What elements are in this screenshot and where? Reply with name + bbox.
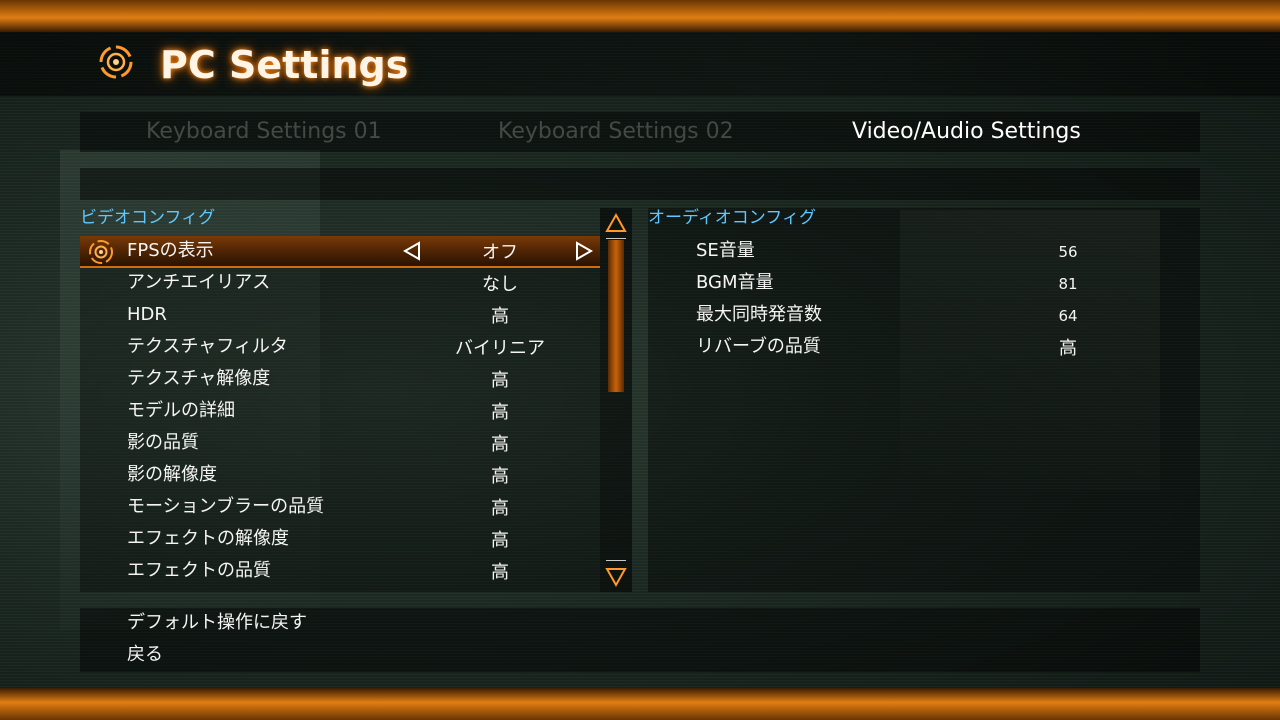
setting-row-motion-blur-quality[interactable]: モーションブラーの品質 高 — [80, 492, 600, 524]
setting-value: オフ — [482, 242, 518, 263]
reset-defaults-button[interactable]: デフォルト操作に戻す — [127, 608, 307, 638]
setting-value: なし — [482, 274, 518, 295]
setting-label: 影の解像度 — [127, 464, 217, 485]
target-ring-icon — [99, 45, 133, 79]
triangle-up-icon[interactable] — [605, 212, 627, 234]
setting-row-shadow-resolution[interactable]: 影の解像度 高 — [80, 460, 600, 492]
setting-label: 最大同時発音数 — [696, 304, 822, 325]
setting-label: テクスチャフィルタ — [127, 336, 288, 357]
triangle-left-icon[interactable] — [402, 240, 422, 262]
setting-row-max-voices[interactable]: 最大同時発音数 64 — [648, 300, 1200, 332]
setting-label: FPSの表示 — [127, 240, 214, 261]
scroll-thumb[interactable] — [608, 240, 624, 392]
setting-value: 高 — [1059, 338, 1077, 359]
setting-value: 高 — [491, 434, 509, 455]
audio-config-heading: オーディオコンフィグ — [648, 208, 816, 228]
setting-value: 高 — [491, 370, 509, 391]
setting-row-hdr[interactable]: HDR 高 — [80, 300, 600, 332]
setting-label: HDR — [127, 304, 167, 325]
setting-value: 高 — [491, 562, 509, 583]
triangle-down-icon[interactable] — [605, 566, 627, 588]
setting-label: SE音量 — [696, 240, 755, 261]
setting-row-effect-quality[interactable]: エフェクトの品質 高 — [80, 556, 600, 588]
video-config-heading: ビデオコンフィグ — [80, 208, 216, 228]
setting-value: バイリニア — [455, 338, 545, 359]
setting-label: アンチエイリアス — [127, 272, 271, 293]
bottom-frame-bar — [0, 688, 1280, 720]
setting-row-se-volume[interactable]: SE音量 56 — [648, 236, 1200, 268]
tab-keyboard-settings-01[interactable]: Keyboard Settings 01 — [146, 112, 382, 152]
setting-row-texture-resolution[interactable]: テクスチャ解像度 高 — [80, 364, 600, 396]
setting-label: モデルの詳細 — [127, 400, 235, 421]
setting-row-reverb-quality[interactable]: リバーブの品質 高 — [648, 332, 1200, 364]
setting-label: 影の品質 — [127, 432, 199, 453]
page-title: PC Settings — [160, 43, 409, 87]
setting-label: リバーブの品質 — [696, 336, 821, 357]
back-button[interactable]: 戻る — [127, 640, 163, 670]
tab-video-audio-settings[interactable]: Video/Audio Settings — [852, 112, 1081, 152]
setting-value: 56 — [1058, 243, 1078, 261]
setting-label: BGM音量 — [696, 272, 774, 293]
scroll-track-cap — [606, 560, 626, 561]
setting-value: 81 — [1058, 275, 1078, 293]
setting-value: 64 — [1058, 307, 1078, 325]
setting-value: 高 — [491, 466, 509, 487]
setting-label: エフェクトの解像度 — [127, 528, 289, 549]
setting-label: モーションブラーの品質 — [127, 496, 325, 517]
tab-keyboard-settings-02[interactable]: Keyboard Settings 02 — [498, 112, 734, 152]
setting-row-model-detail[interactable]: モデルの詳細 高 — [80, 396, 600, 428]
tab-bar: Keyboard Settings 01 Keyboard Settings 0… — [80, 112, 1200, 152]
setting-label: テクスチャ解像度 — [127, 368, 271, 389]
setting-row-shadow-quality[interactable]: 影の品質 高 — [80, 428, 600, 460]
setting-row-antialiasing[interactable]: アンチエイリアス なし — [80, 268, 600, 300]
setting-row-texture-filter[interactable]: テクスチャフィルタ バイリニア — [80, 332, 600, 364]
video-list-scrollbar[interactable] — [600, 208, 632, 592]
setting-value: 高 — [491, 306, 509, 327]
setting-row-effect-resolution[interactable]: エフェクトの解像度 高 — [80, 524, 600, 556]
triangle-right-icon[interactable] — [574, 240, 594, 262]
top-frame-bar — [0, 0, 1280, 32]
setting-row-bgm-volume[interactable]: BGM音量 81 — [648, 268, 1200, 300]
setting-label: エフェクトの品質 — [127, 560, 271, 581]
setting-row-fps-display[interactable]: FPSの表示 オフ — [80, 236, 600, 268]
description-bar — [80, 168, 1200, 200]
setting-value: 高 — [491, 402, 509, 423]
setting-value: 高 — [491, 530, 509, 551]
setting-value: 高 — [491, 498, 509, 519]
scroll-track-cap — [606, 238, 626, 239]
target-ring-icon — [89, 240, 113, 264]
